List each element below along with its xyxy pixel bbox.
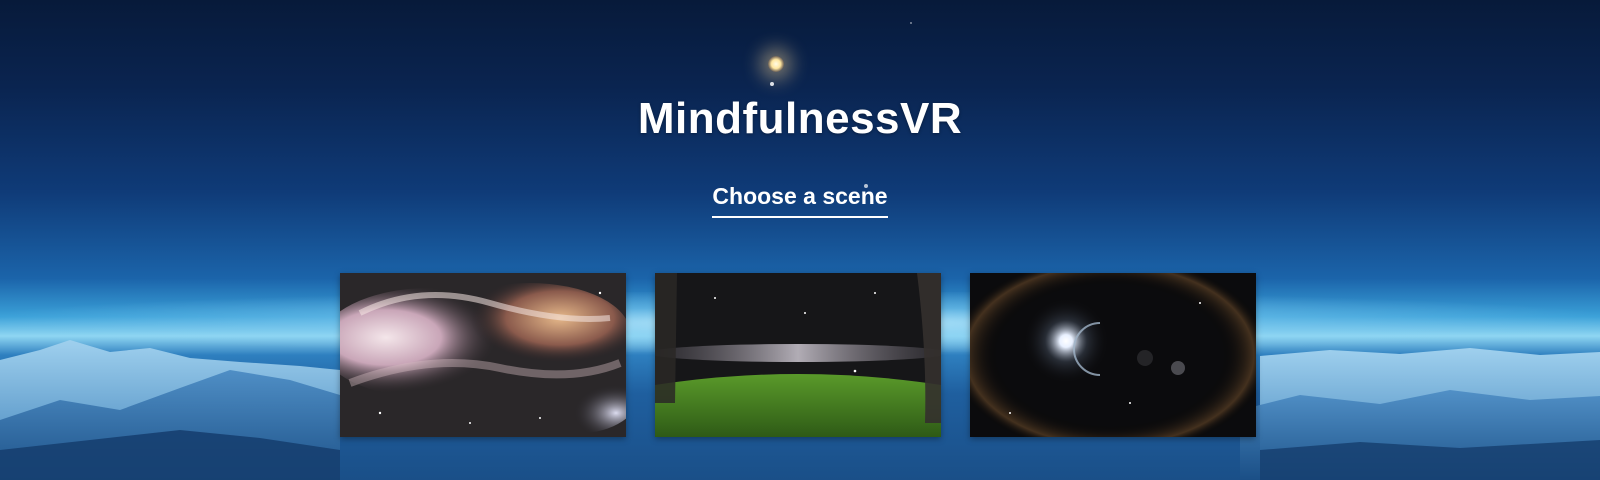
space-image: [970, 273, 1256, 437]
scene-thumbnail-space-planet[interactable]: [970, 273, 1256, 437]
nebula-image: [340, 273, 626, 437]
scene-thumbnail-milky-way-meadow[interactable]: [655, 273, 941, 437]
subtitle-container: Choose a scene: [0, 183, 1600, 218]
meadow-image: [655, 273, 941, 437]
app-title: MindfulnessVR: [637, 94, 963, 143]
sun-glow: [768, 56, 784, 72]
star: [910, 22, 912, 24]
choose-scene-heading: Choose a scene: [712, 183, 888, 218]
star: [770, 82, 774, 86]
scene-thumbnail-nebula[interactable]: [340, 273, 626, 437]
vr-scene-selector: MindfulnessVR Choose a scene: [0, 0, 1600, 480]
